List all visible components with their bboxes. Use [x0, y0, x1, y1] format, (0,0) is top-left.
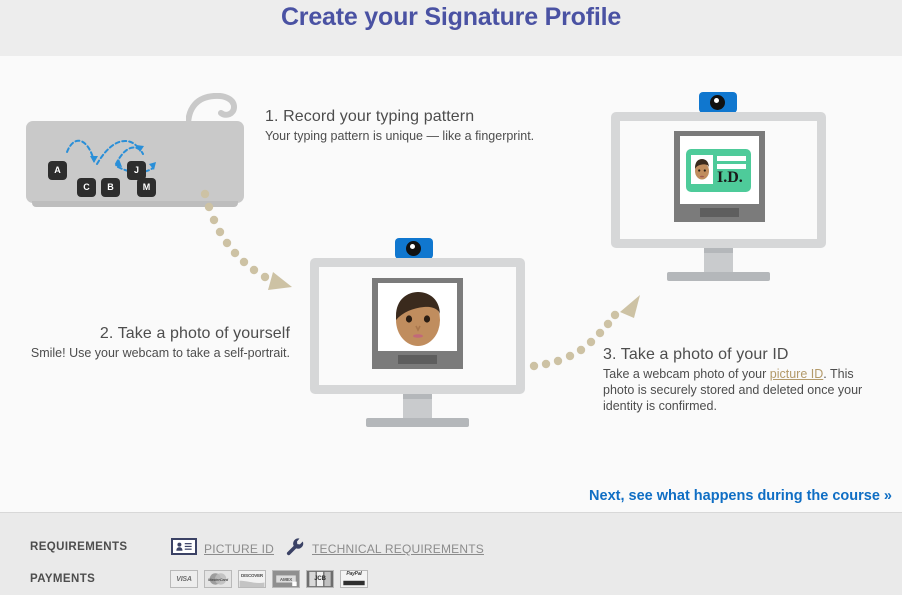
footer-picture-id-link[interactable]: PICTURE ID	[204, 542, 274, 556]
step-2: 2. Take a photo of yourself Smile! Use y…	[0, 325, 290, 361]
keyboard-key-m: M	[137, 178, 156, 197]
payment-card-discover-label: DISCOVER	[241, 572, 263, 578]
monitor-neck	[704, 253, 733, 272]
payment-card-amex: AMEX	[272, 570, 300, 588]
photo-caption-bar	[700, 208, 739, 217]
monitor-self-photo	[310, 238, 525, 438]
requirements-label: REQUIREMENTS	[30, 541, 128, 553]
footer: REQUIREMENTS PICTURE ID TECHNICAL REQUIR…	[0, 513, 902, 595]
payments-label: PAYMENTS	[30, 573, 96, 585]
payment-card-visa: VISA	[170, 570, 198, 588]
monitor-base	[667, 272, 770, 281]
payment-card-paypal-label: PayPal	[346, 571, 362, 577]
keyboard-key-b: B	[101, 178, 120, 197]
id-card-icon	[171, 538, 197, 555]
step-3-title: 3. Take a photo of your ID	[603, 346, 789, 363]
photo-caption-bar	[398, 355, 437, 364]
payment-card-visa-label: VISA	[176, 575, 192, 583]
id-card-label: I.D.	[717, 169, 743, 186]
page-title: Create your Signature Profile	[280, 3, 622, 31]
id-card-graphic: I.D.	[686, 149, 751, 192]
arrow-step1-to-step2-icon	[200, 189, 292, 290]
step-2-desc: Smile! Use your webcam to take a self-po…	[30, 346, 290, 360]
footer-payments-row: PAYMENTS VISA MasterCard DISCOVER AMEX J…	[0, 570, 902, 592]
step-1-title: 1. Record your typing pattern	[265, 108, 475, 125]
footer-technical-requirements-link[interactable]: TECHNICAL REQUIREMENTS	[312, 542, 484, 556]
signature-profile-page: Create your Signature Profile A C B J M …	[0, 0, 902, 595]
step-3: 3. Take a photo of your ID Take a webcam…	[603, 346, 878, 414]
monitor-id-photo: I.D.	[611, 92, 826, 292]
monitor-neck	[403, 399, 432, 418]
picture-id-link[interactable]: picture ID	[770, 367, 824, 381]
step-1-desc: Your typing pattern is unique — like a f…	[265, 129, 535, 143]
keyboard-key-a: A	[48, 161, 67, 180]
illustration-stage: A C B J M 1. Record your typing pattern …	[0, 56, 902, 512]
next-course-link[interactable]: Next, see what happens during the course…	[589, 488, 892, 504]
payment-card-jcb: JCB	[306, 570, 334, 588]
webcam-icon	[699, 92, 737, 113]
payment-card-discover: DISCOVER	[238, 570, 266, 588]
wrench-icon	[286, 538, 304, 556]
id-card-line-1	[717, 156, 746, 161]
step-3-desc-before: Take a webcam photo of your	[603, 367, 770, 381]
face-portrait-icon	[396, 292, 440, 346]
step-3-desc: Take a webcam photo of your picture ID. …	[603, 366, 878, 414]
webcam-icon	[395, 238, 433, 259]
step-1: 1. Record your typing pattern Your typin…	[265, 108, 565, 144]
id-card-face-icon	[695, 159, 709, 180]
id-card-photo	[691, 155, 713, 184]
monitor-base	[366, 418, 469, 427]
payment-card-amex-label: AMEX	[279, 576, 293, 582]
step-2-title: 2. Take a photo of yourself	[99, 325, 290, 342]
footer-requirements-row: REQUIREMENTS PICTURE ID TECHNICAL REQUIR…	[0, 537, 902, 561]
payment-card-jcb-label: JCB	[314, 576, 326, 582]
payment-card-mastercard: MasterCard	[204, 570, 232, 588]
payment-card-mastercard-label: MasterCard	[207, 576, 228, 582]
payment-card-paypal: PayPal	[340, 570, 368, 588]
keyboard-key-c: C	[77, 178, 96, 197]
